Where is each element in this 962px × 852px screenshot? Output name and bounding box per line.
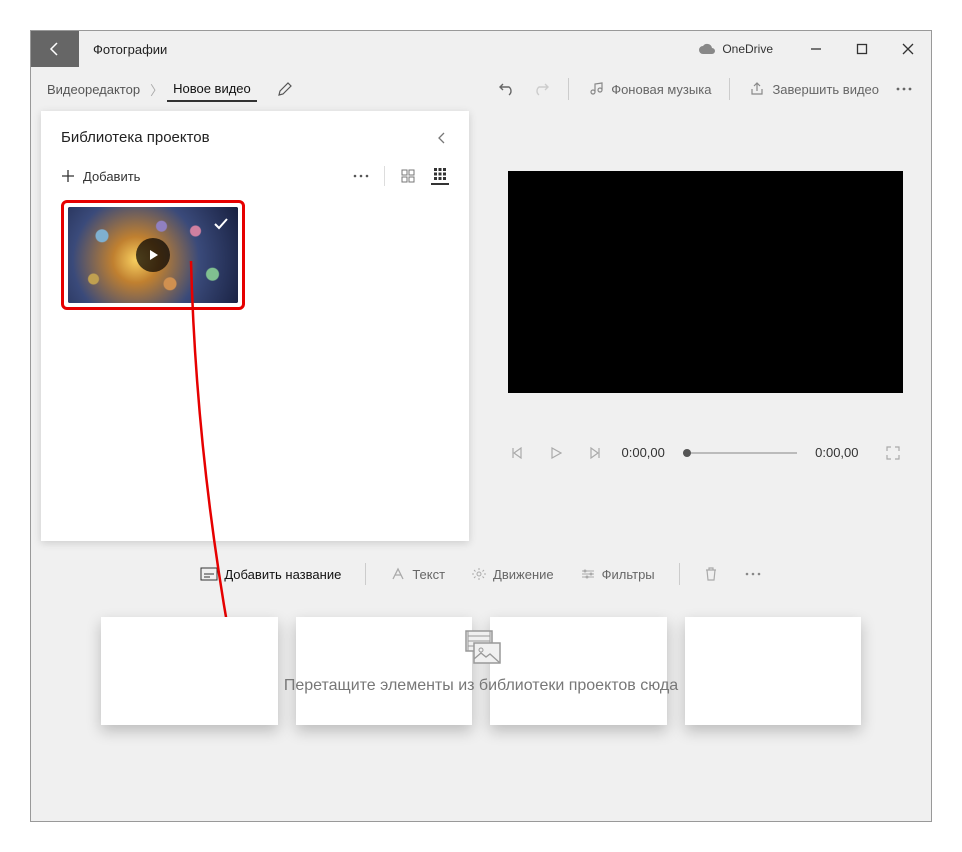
time-total: 0:00,00 xyxy=(815,445,858,460)
text-label: Текст xyxy=(412,567,445,582)
progress-bar[interactable] xyxy=(683,452,797,454)
next-frame-button[interactable] xyxy=(584,447,604,459)
app-window: Фотографии OneDrive Видеоредактор 〉 Ново… xyxy=(30,30,932,822)
add-button[interactable]: Добавить xyxy=(61,169,140,184)
title-card-icon xyxy=(200,567,218,581)
view-large-button[interactable] xyxy=(399,167,417,185)
motion-label: Движение xyxy=(493,567,554,582)
motion-icon xyxy=(471,567,487,581)
breadcrumb-current[interactable]: Новое видео xyxy=(167,77,257,102)
prev-frame-icon xyxy=(512,447,524,459)
filters-icon xyxy=(580,567,596,581)
filters-label: Фильтры xyxy=(602,567,655,582)
maximize-icon xyxy=(856,43,868,55)
back-button[interactable] xyxy=(31,31,79,67)
chevron-left-icon xyxy=(435,131,449,145)
prev-frame-button[interactable] xyxy=(508,447,528,459)
more-icon xyxy=(895,81,913,97)
rename-button[interactable] xyxy=(269,77,301,101)
timeline-slot[interactable] xyxy=(296,617,473,725)
collapse-button[interactable] xyxy=(435,131,449,145)
text-button[interactable]: Текст xyxy=(380,563,455,586)
fullscreen-button[interactable] xyxy=(883,446,903,460)
grid-large-icon xyxy=(401,169,415,183)
check-icon xyxy=(213,216,229,232)
more-button[interactable] xyxy=(887,77,921,101)
pencil-icon xyxy=(277,81,293,97)
redo-button[interactable] xyxy=(524,77,558,101)
video-preview[interactable] xyxy=(508,171,903,393)
next-frame-icon xyxy=(588,447,600,459)
window-controls xyxy=(793,31,931,67)
filters-button[interactable]: Фильтры xyxy=(570,563,665,586)
play-button[interactable] xyxy=(546,447,566,459)
music-button[interactable]: Фоновая музыка xyxy=(579,77,719,101)
upper-row: Библиотека проектов Добавить xyxy=(31,111,931,541)
motion-button[interactable]: Движение xyxy=(461,563,564,586)
undo-button[interactable] xyxy=(490,77,524,101)
onedrive-label: OneDrive xyxy=(722,42,773,56)
timeline-slot[interactable] xyxy=(101,617,278,725)
library-clip[interactable] xyxy=(68,207,238,303)
more-icon xyxy=(352,169,370,183)
player-controls: 0:00,00 0:00,00 xyxy=(508,445,903,460)
play-icon xyxy=(550,447,562,459)
cloud-icon xyxy=(698,43,716,55)
main-area: Библиотека проектов Добавить xyxy=(31,111,931,821)
thumbnail-highlight xyxy=(61,200,245,310)
play-icon xyxy=(147,249,159,261)
add-title-label: Добавить название xyxy=(224,567,341,582)
toolbar: Видеоредактор 〉 Новое видео Фоновая музы… xyxy=(31,67,931,111)
maximize-button[interactable] xyxy=(839,31,885,67)
arrow-left-icon xyxy=(47,41,63,57)
breadcrumb-root[interactable]: Видеоредактор xyxy=(41,78,146,101)
add-label: Добавить xyxy=(83,169,140,184)
title-bar: Фотографии OneDrive xyxy=(31,31,931,67)
plus-icon xyxy=(61,169,75,183)
grid-small-icon xyxy=(433,167,447,181)
library-more-button[interactable] xyxy=(352,169,370,183)
fullscreen-icon xyxy=(886,446,900,460)
export-icon xyxy=(749,81,765,97)
music-icon xyxy=(588,81,604,97)
edit-toolbar: Добавить название Текст Движение Фильтры xyxy=(31,551,931,597)
chevron-right-icon: 〉 xyxy=(150,80,163,99)
timeline-slots xyxy=(101,617,861,725)
library-title: Библиотека проектов xyxy=(61,129,210,146)
text-icon xyxy=(390,567,406,581)
timeline-slot[interactable] xyxy=(685,617,862,725)
redo-icon xyxy=(532,81,550,97)
app-title: Фотографии xyxy=(79,42,167,57)
delete-button[interactable] xyxy=(694,562,728,586)
finish-button[interactable]: Завершить видео xyxy=(740,77,887,101)
undo-icon xyxy=(498,81,516,97)
play-overlay[interactable] xyxy=(136,238,170,272)
minimize-icon xyxy=(810,43,822,55)
edit-more-button[interactable] xyxy=(734,563,772,585)
trash-icon xyxy=(704,566,718,582)
music-label: Фоновая музыка xyxy=(611,82,711,97)
more-icon xyxy=(744,567,762,581)
time-current: 0:00,00 xyxy=(622,445,665,460)
selected-check xyxy=(210,213,232,235)
finish-label: Завершить видео xyxy=(772,82,879,97)
timeline-slot[interactable] xyxy=(490,617,667,725)
timeline[interactable]: Перетащите элементы из библиотеки проект… xyxy=(31,597,931,821)
close-icon xyxy=(902,43,914,55)
preview-panel: 0:00,00 0:00,00 xyxy=(479,111,931,541)
add-title-button[interactable]: Добавить название xyxy=(190,563,351,586)
minimize-button[interactable] xyxy=(793,31,839,67)
library-panel: Библиотека проектов Добавить xyxy=(41,111,469,541)
close-button[interactable] xyxy=(885,31,931,67)
view-small-button[interactable] xyxy=(431,167,449,185)
onedrive-button[interactable]: OneDrive xyxy=(698,42,773,56)
